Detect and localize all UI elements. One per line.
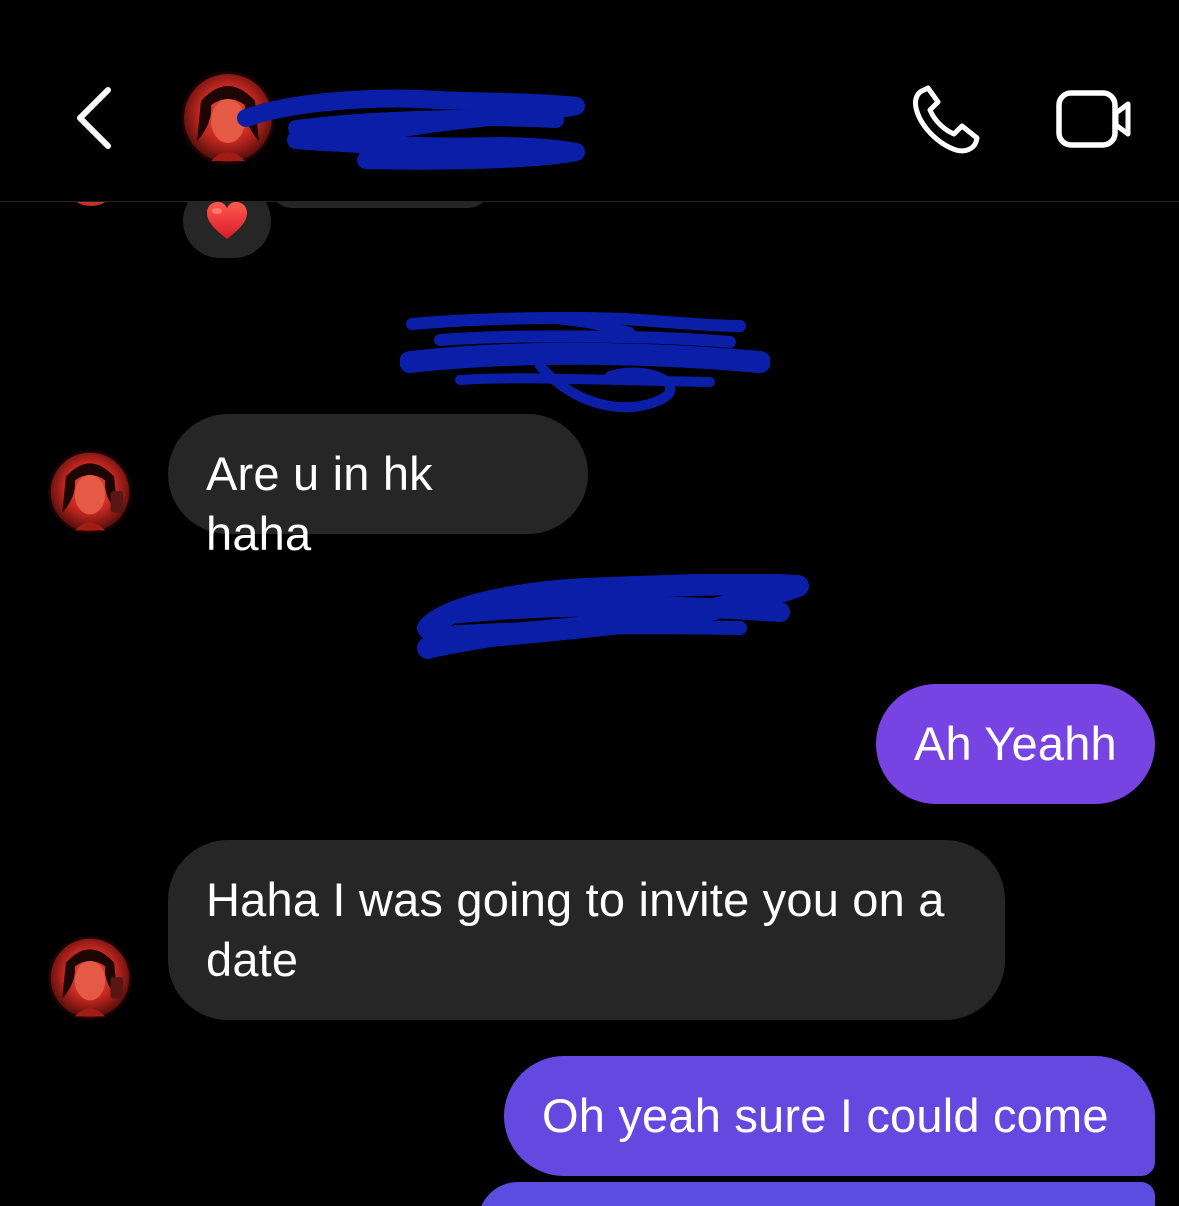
previous-avatar-edge [66, 202, 116, 206]
contact-name-redacted[interactable] [236, 88, 596, 172]
message-bubble-incoming[interactable]: Haha I was going to invite you on a date [168, 840, 1005, 1020]
message-bubble-incoming[interactable]: Are u in hk haha [168, 414, 588, 560]
message-text: Ah Yeahh [914, 717, 1117, 770]
message-thread[interactable]: Are u in hk haha Ah Yeahh Haha I was goi… [0, 202, 1179, 1206]
heart-reaction[interactable] [183, 202, 271, 258]
chevron-left-icon [77, 87, 111, 149]
message-bubble-outgoing-partial[interactable] [478, 1182, 1155, 1206]
previous-message-bubble [270, 202, 490, 208]
video-call-button[interactable] [1050, 80, 1140, 156]
timestamp-redacted [410, 573, 810, 660]
back-button[interactable] [62, 80, 132, 156]
message-text: Are u in hk haha [206, 447, 433, 560]
heart-icon [207, 202, 247, 239]
conversation-header [0, 0, 1179, 202]
message-bubble-outgoing[interactable]: Oh yeah sure I could come [504, 1056, 1155, 1176]
contact-avatar-small[interactable] [48, 936, 132, 1020]
audio-call-button[interactable] [906, 80, 986, 160]
contact-avatar-small[interactable] [48, 450, 132, 534]
phone-icon [913, 85, 980, 154]
message-text: Oh yeah sure I could come [542, 1089, 1109, 1142]
video-camera-icon [1056, 90, 1131, 148]
timestamp-redacted [399, 310, 771, 426]
message-bubble-outgoing[interactable]: Ah Yeahh [876, 684, 1155, 804]
message-text: Haha I was going to invite you on a date [206, 873, 945, 986]
